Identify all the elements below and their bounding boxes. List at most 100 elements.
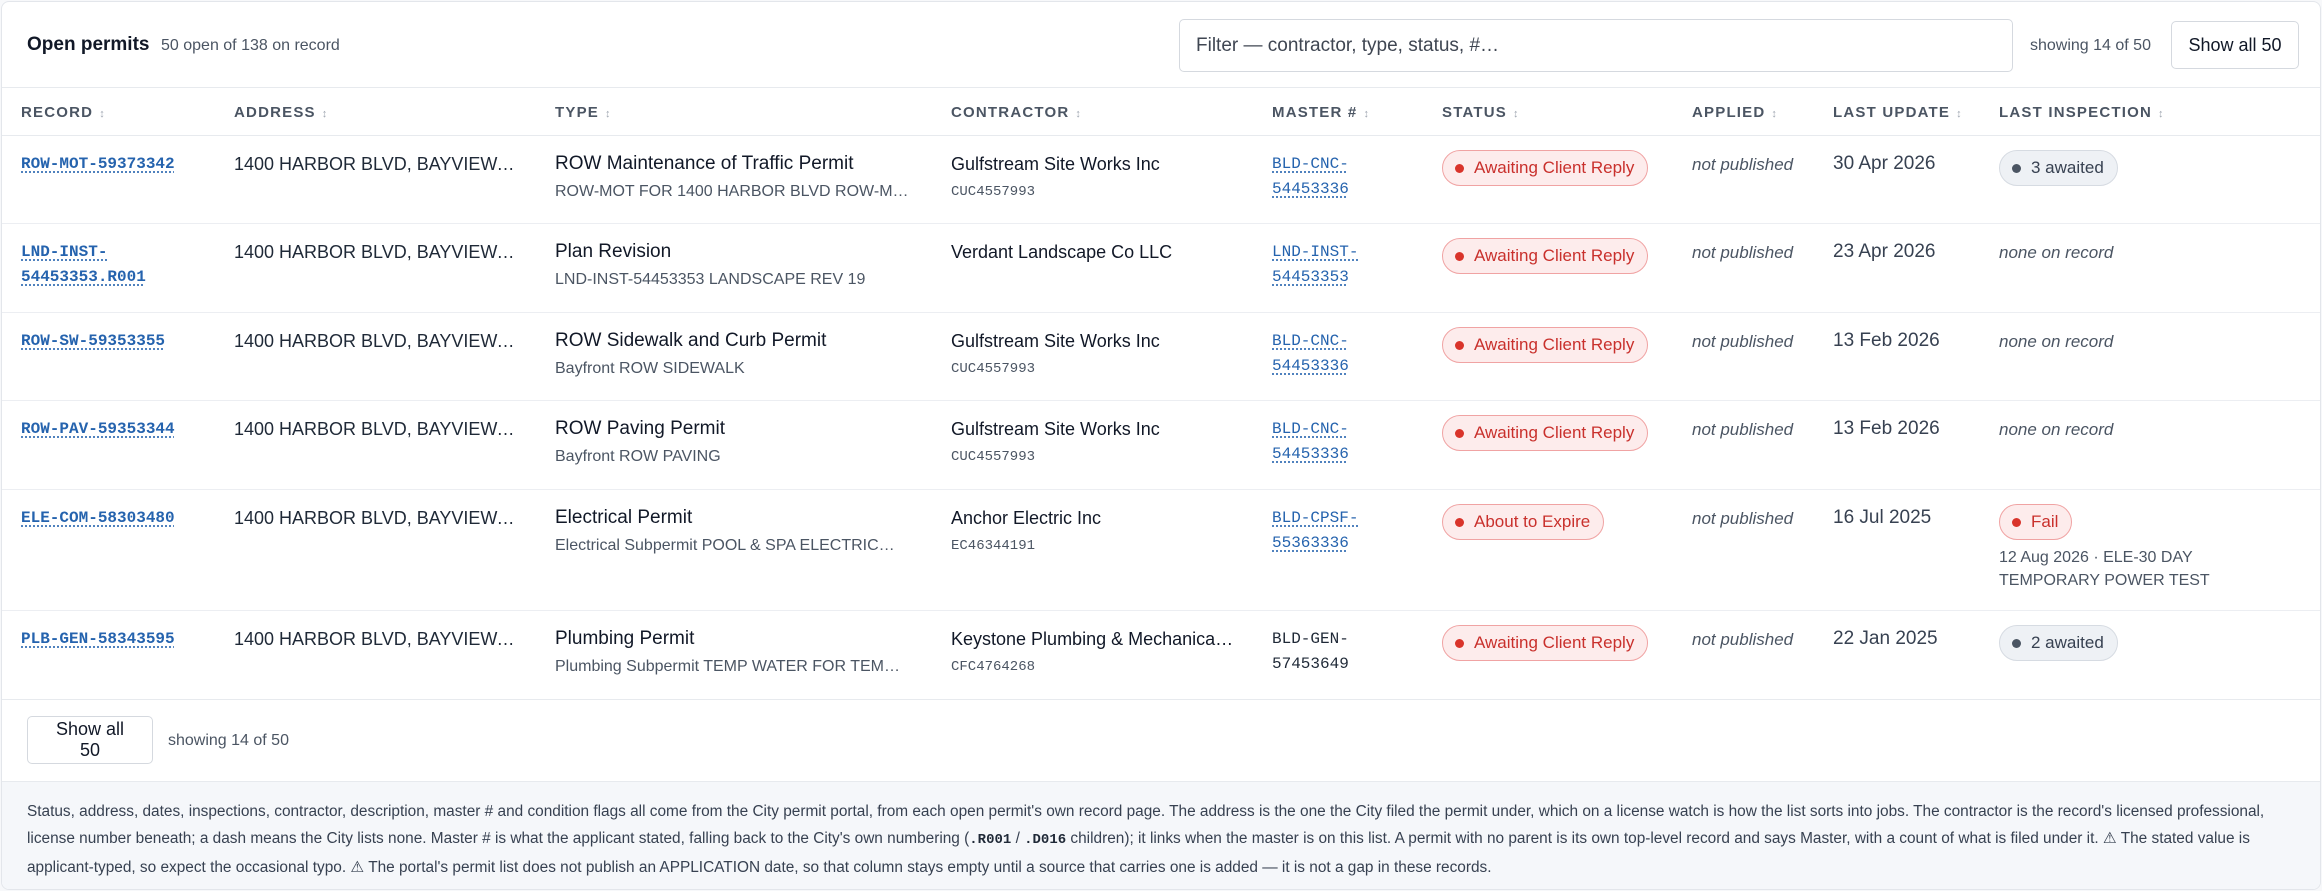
pagination-bar: Show all 50 showing 14 of 50 (2, 699, 2320, 781)
last-update-cell: 13 Feb 2026 (1833, 330, 1940, 351)
record-link[interactable]: ROW-SW-59353355 (21, 329, 206, 354)
contractor-name: Anchor Electric Inc (951, 508, 1102, 528)
last-inspection-cell: Fail 12 Aug 2026 · ELE-30 DAY TEMPORARY … (1999, 504, 2259, 592)
permit-description: Electrical Subpermit POOL & SPA ELECTRIC… (555, 537, 895, 554)
contractor-cell: Keystone Plumbing & Mechanica… CFC476426… (951, 629, 1241, 675)
last-update-cell: 23 Apr 2026 (1833, 241, 1936, 262)
master-link[interactable]: BLD-CNC- 54453336 (1272, 152, 1392, 202)
license-number: CUC4557993 (951, 184, 1036, 200)
last-inspection-cell: 2 awaited (1999, 625, 2118, 661)
inspection-badge: Fail (1999, 504, 2073, 540)
address-cell: 1400 HARBOR BLVD, BAYVIEW, … (234, 629, 519, 649)
record-link[interactable]: ELE-COM-58303480 (21, 506, 206, 531)
type-cell: ROW Maintenance of Traffic Permit ROW-MO… (555, 153, 915, 201)
address-cell: 1400 HARBOR BLVD, BAYVIEW, … (234, 508, 519, 528)
master-link[interactable]: LND-INST- 54453353 (1272, 240, 1392, 290)
contractor-cell: Gulfstream Site Works Inc CUC4557993 (951, 331, 1241, 377)
address-cell: 1400 HARBOR BLVD, BAYVIEW, … (234, 242, 519, 262)
status-dot-icon (1455, 517, 1464, 527)
status-dot-icon (1455, 251, 1464, 261)
address-cell: 1400 HARBOR BLVD, BAYVIEW, … (234, 154, 519, 174)
footnote: Status, address, dates, inspections, con… (2, 781, 2320, 889)
license-number: CFC4764268 (951, 659, 1036, 675)
master-link[interactable]: BLD-CNC- 54453336 (1272, 417, 1392, 467)
record-link[interactable]: ROW-MOT-59373342 (21, 152, 206, 177)
status-cell: Awaiting Client Reply (1442, 625, 1649, 661)
applied-cell: not published (1692, 630, 1794, 649)
master-number: BLD-GEN- 57453649 (1272, 630, 1349, 673)
record-link[interactable]: PLB-GEN-58343595 (21, 627, 206, 652)
license-number: CUC4557993 (951, 361, 1036, 377)
status-cell: Awaiting Client Reply (1442, 327, 1649, 363)
last-inspection-cell: none on record (1999, 243, 2114, 262)
open-permits-panel: Open permits 50 open of 138 on record sh… (1, 1, 2321, 890)
contractor-name: Verdant Landscape Co LLC (951, 242, 1173, 262)
panel-header: Open permits 50 open of 138 on record sh… (2, 2, 2320, 88)
column-header-address[interactable]: ADDRESS ↕ (234, 104, 327, 121)
status-dot-icon (1455, 428, 1464, 438)
permit-type: Plumbing Permit (555, 628, 695, 649)
permit-type: Electrical Permit (555, 507, 693, 528)
contractor-name: Gulfstream Site Works Inc (951, 154, 1160, 174)
type-cell: Plan Revision LND-INST-54453353 LANDSCAP… (555, 241, 915, 289)
last-inspection-cell: none on record (1999, 420, 2114, 439)
column-header-applied[interactable]: APPLIED ↕ (1692, 104, 1777, 121)
column-header-type[interactable]: TYPE ↕ (555, 104, 610, 121)
sort-icon: ↕ (1075, 108, 1081, 120)
inspection-badge: 3 awaited (1999, 150, 2118, 186)
last-update-cell: 16 Jul 2025 (1833, 507, 1932, 528)
status-cell: Awaiting Client Reply (1442, 150, 1649, 186)
type-cell: ROW Paving Permit Bayfront ROW PAVING (555, 418, 915, 466)
status-badge: Awaiting Client Reply (1442, 625, 1649, 661)
show-all-button[interactable]: Show all 50 (2171, 21, 2299, 69)
inspection-dot-icon (2012, 638, 2021, 648)
page-title: Open permits (27, 34, 150, 55)
sort-icon: ↕ (321, 108, 328, 120)
address-cell: 1400 HARBOR BLVD, BAYVIEW, … (234, 419, 519, 439)
column-header-contractor[interactable]: CONTRACTOR ↕ (951, 104, 1081, 121)
record-link[interactable]: ROW-PAV-59353344 (21, 417, 206, 442)
record-count: 50 open of 138 on record (161, 37, 340, 54)
column-header-status[interactable]: STATUS ↕ (1442, 104, 1518, 121)
permit-type: ROW Paving Permit (555, 418, 725, 439)
applied-cell: not published (1692, 155, 1794, 174)
status-cell: About to Expire (1442, 504, 1605, 540)
inspection-badge: 2 awaited (1999, 625, 2118, 661)
type-cell: Electrical Permit Electrical Subpermit P… (555, 507, 915, 555)
record-link[interactable]: LND-INST-54453353.R001 (21, 240, 206, 290)
filter-input[interactable] (1179, 19, 2013, 72)
table-row: ROW-MOT-59373342 1400 HARBOR BLVD, BAYVI… (2, 136, 2320, 224)
permit-type: Plan Revision (555, 241, 672, 262)
sort-icon: ↕ (1512, 108, 1519, 120)
column-header-master[interactable]: MASTER # ↕ (1272, 104, 1369, 121)
status-badge: About to Expire (1442, 504, 1605, 540)
show-all-button-bottom[interactable]: Show all 50 (27, 716, 153, 764)
address-cell: 1400 HARBOR BLVD, BAYVIEW, … (234, 331, 519, 351)
column-header-record[interactable]: RECORD ↕ (21, 104, 105, 121)
last-update-cell: 22 Jan 2025 (1833, 628, 1938, 649)
contractor-cell: Gulfstream Site Works Inc CUC4557993 (951, 419, 1241, 465)
master-link[interactable]: BLD-CNC- 54453336 (1272, 329, 1392, 379)
permit-type: ROW Sidewalk and Curb Permit (555, 330, 827, 351)
table-row: ELE-COM-58303480 1400 HARBOR BLVD, BAYVI… (2, 490, 2320, 611)
contractor-name: Keystone Plumbing & Mechanica… (951, 629, 1234, 649)
contractor-name: Gulfstream Site Works Inc (951, 331, 1160, 351)
permit-type: ROW Maintenance of Traffic Permit (555, 153, 854, 174)
permit-description: Bayfront ROW SIDEWALK (555, 360, 745, 377)
contractor-cell: Anchor Electric Inc EC46344191 (951, 508, 1241, 554)
type-cell: Plumbing Permit Plumbing Subpermit TEMP … (555, 628, 915, 676)
contractor-cell: Verdant Landscape Co LLC (951, 242, 1241, 263)
column-header-last-update[interactable]: LAST UPDATE ↕ (1833, 104, 1962, 121)
sort-icon: ↕ (99, 108, 105, 120)
table-header: RECORD ↕ ADDRESS ↕ TYPE ↕ CONTRACTOR ↕ MASTE… (2, 88, 2320, 136)
last-update-cell: 13 Feb 2026 (1833, 418, 1940, 439)
type-cell: ROW Sidewalk and Curb Permit Bayfront RO… (555, 330, 915, 378)
applied-cell: not published (1692, 332, 1794, 351)
contractor-cell: Gulfstream Site Works Inc CUC4557993 (951, 154, 1241, 200)
table-row: LND-INST-54453353.R001 1400 HARBOR BLVD,… (2, 224, 2320, 313)
status-cell: Awaiting Client Reply (1442, 415, 1649, 451)
column-header-last-inspection[interactable]: LAST INSPECTION ↕ (1999, 104, 2164, 121)
master-link[interactable]: BLD-CPSF- 55363336 (1272, 506, 1392, 556)
status-dot-icon (1455, 340, 1464, 350)
last-inspection-cell: none on record (1999, 332, 2114, 351)
